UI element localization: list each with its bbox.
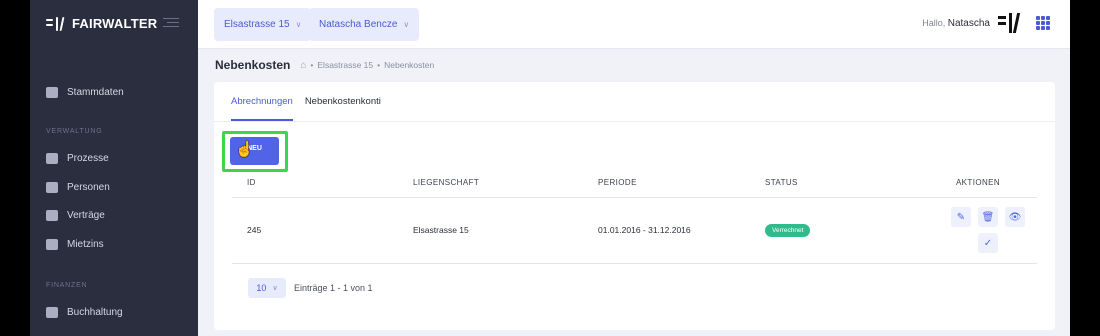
contract-icon	[46, 210, 58, 221]
database-icon	[46, 87, 58, 98]
app-window: FAIRWALTER Stammdaten VERWALTUNG Prozess…	[30, 0, 1070, 336]
cell-id: 245	[232, 197, 398, 264]
sidebar-item-vertraege[interactable]: Verträge	[46, 210, 105, 221]
column-header-property[interactable]: LIEGENSCHAFT	[398, 169, 583, 198]
entries-info: Einträge 1 - 1 von 1	[294, 283, 373, 293]
home-icon[interactable]: ⌂	[300, 60, 306, 71]
user-name: Natascha	[947, 18, 990, 29]
column-header-status[interactable]: STATUS	[750, 169, 904, 198]
billing-table: ID LIEGENSCHAFT PERIODE STATUS AKTIONEN …	[232, 169, 1037, 264]
sidebar-item-label: Prozesse	[67, 153, 109, 164]
topbar: Elsastrasse 15 ∨ Natascha Bencze ∨ Hallo…	[198, 0, 1070, 49]
cell-period: 01.01.2016 - 31.12.2016	[583, 197, 750, 264]
tab-abrechnungen[interactable]: Abrechnungen	[231, 82, 293, 121]
column-header-actions: AKTIONEN	[904, 169, 1037, 198]
page-title: Nebenkosten	[215, 58, 291, 72]
check-icon[interactable]: ✓	[978, 233, 998, 253]
cell-property: Elsastrasse 15	[398, 197, 583, 264]
status-badge: Verrechnet	[765, 223, 811, 237]
trash-icon[interactable]: 🗑	[978, 207, 998, 227]
table-row[interactable]: 245 Elsastrasse 15 01.01.2016 - 31.12.20…	[232, 197, 1037, 264]
section-label-verwaltung: VERWALTUNG	[46, 128, 103, 135]
sidebar-item-buchhaltung[interactable]: Buchhaltung	[46, 307, 123, 318]
brand[interactable]: FAIRWALTER	[46, 16, 157, 31]
process-icon	[46, 153, 58, 164]
column-header-id[interactable]: ID	[232, 169, 398, 198]
chevron-down-icon: ∨	[272, 285, 278, 292]
page-size-value: 10	[256, 283, 267, 293]
breadcrumb-item-current: Nebenkosten	[384, 60, 435, 70]
money-icon	[46, 239, 58, 250]
property-select-value: Elsastrasse 15	[224, 19, 290, 30]
breadcrumb-item-property[interactable]: Elsastrasse 15	[317, 60, 373, 70]
breadcrumb-separator: •	[377, 60, 381, 70]
sidebar-item-prozesse[interactable]: Prozesse	[46, 153, 109, 164]
section-label-finanzen: FINANZEN	[46, 282, 88, 289]
sidebar-item-label: Personen	[67, 182, 110, 193]
eye-icon[interactable]: 👁	[1005, 207, 1025, 227]
page-size-select[interactable]: 10 ∨	[248, 278, 286, 298]
menu-toggle-icon[interactable]	[163, 17, 179, 29]
sidebar-item-label: Stammdaten	[67, 87, 124, 98]
calculator-icon	[46, 307, 58, 318]
sidebar: FAIRWALTER Stammdaten VERWALTUNG Prozess…	[30, 0, 198, 336]
column-header-period[interactable]: PERIODE	[583, 169, 750, 198]
sidebar-item-mietzins[interactable]: Mietzins	[46, 239, 104, 250]
breadcrumb-separator: •	[310, 60, 314, 70]
greeting-text: Hallo,	[922, 18, 946, 28]
cell-actions: ✎ 🗑 👁 ✓	[904, 197, 1037, 264]
people-icon	[46, 182, 58, 193]
fairwalter-logo-icon	[46, 16, 66, 31]
user-logo-icon[interactable]	[998, 13, 1021, 33]
brand-name: FAIRWALTER	[72, 16, 158, 31]
sidebar-item-stammdaten[interactable]: Stammdaten	[46, 87, 124, 98]
row-actions: ✎ 🗑 👁 ✓	[939, 207, 1037, 253]
tabs: Abrechnungen Nebenkostenkonti	[231, 82, 381, 121]
sidebar-item-label: Verträge	[67, 210, 105, 221]
cell-status: Verrechnet	[750, 197, 904, 264]
chevron-down-icon: ∨	[403, 20, 410, 29]
sidebar-item-personen[interactable]: Personen	[46, 182, 110, 193]
pagination: 10 ∨ Einträge 1 - 1 von 1	[248, 278, 373, 298]
greeting: Hallo, Natascha	[922, 18, 990, 29]
property-select[interactable]: Elsastrasse 15 ∨	[214, 8, 312, 41]
content-card: Abrechnungen Nebenkostenkonti NEU ☝ ID L…	[214, 82, 1055, 330]
chevron-down-icon: ∨	[295, 20, 302, 29]
table-header-row: ID LIEGENSCHAFT PERIODE STATUS AKTIONEN	[232, 169, 1037, 198]
tabs-divider	[214, 121, 1055, 122]
breadcrumb: ⌂ • Elsastrasse 15 • Nebenkosten	[300, 60, 434, 71]
sidebar-item-label: Mietzins	[67, 239, 104, 250]
sidebar-item-label: Buchhaltung	[67, 307, 123, 318]
user-select[interactable]: Natascha Bencze ∨	[309, 8, 420, 41]
tab-nebenkostenkonti[interactable]: Nebenkostenkonti	[305, 82, 381, 121]
hand-cursor-icon: ☝	[235, 141, 254, 158]
user-select-value: Natascha Bencze	[319, 19, 398, 30]
edit-icon[interactable]: ✎	[951, 207, 971, 227]
page-header: Nebenkosten ⌂ • Elsastrasse 15 • Nebenko…	[215, 58, 434, 72]
apps-grid-icon[interactable]	[1036, 16, 1050, 30]
